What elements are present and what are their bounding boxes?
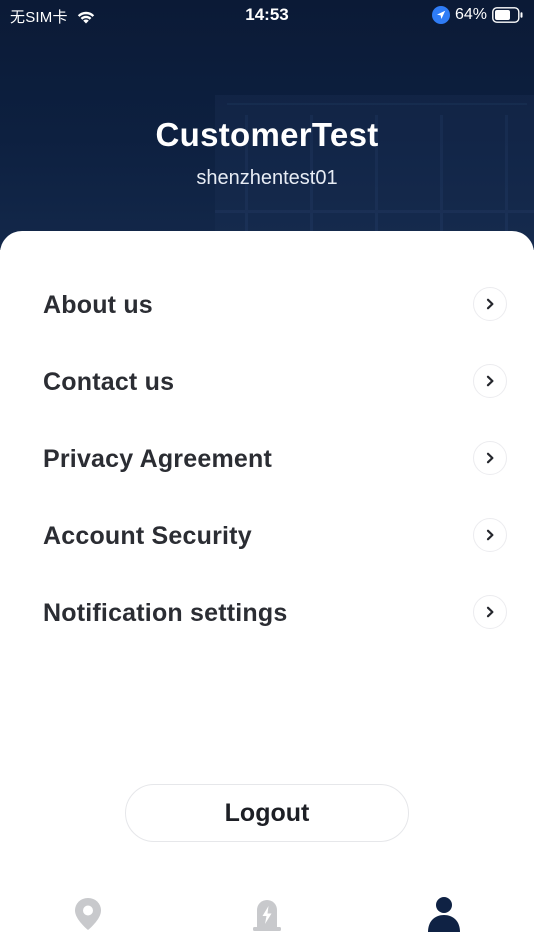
menu-item-label: Notification settings xyxy=(43,599,288,627)
logout-button[interactable]: Logout xyxy=(125,784,409,842)
chevron-right-icon[interactable] xyxy=(473,364,507,398)
profile-username: shenzhentest01 xyxy=(196,167,338,189)
menu-item-privacy-agreement[interactable]: Privacy Agreement xyxy=(0,428,534,488)
person-icon xyxy=(428,897,460,932)
menu-item-contact-us[interactable]: Contact us xyxy=(0,351,534,411)
menu-item-label: About us xyxy=(43,291,153,319)
chevron-right-icon[interactable] xyxy=(473,441,507,475)
profile-name: CustomerTest xyxy=(155,116,379,153)
tab-map[interactable] xyxy=(43,894,133,940)
battery-percentage: 64% xyxy=(454,6,487,23)
menu-item-about-us[interactable]: About us xyxy=(0,274,534,334)
chevron-right-icon[interactable] xyxy=(473,518,507,552)
menu-item-notification-settings[interactable]: Notification settings xyxy=(0,582,534,642)
bottom-tab-bar xyxy=(0,880,534,950)
profile-header: 无SIM卡 14:53 64% CustomerTest shenzhentes… xyxy=(0,0,534,250)
menu-item-label: Privacy Agreement xyxy=(43,445,272,473)
location-arrow-icon xyxy=(431,6,450,24)
chevron-right-icon[interactable] xyxy=(473,595,507,629)
status-right: 64% xyxy=(431,6,524,24)
tab-charging[interactable] xyxy=(222,894,312,940)
menu-item-account-security[interactable]: Account Security xyxy=(0,505,534,565)
charging-station-icon xyxy=(253,900,281,931)
status-bar: 无SIM卡 14:53 64% xyxy=(0,0,534,32)
menu-card: About us Contact us Privacy Agreement Ac… xyxy=(0,231,534,950)
chevron-right-icon[interactable] xyxy=(473,287,507,321)
tab-profile[interactable] xyxy=(399,894,489,940)
battery-icon xyxy=(492,7,523,23)
menu-item-label: Account Security xyxy=(43,522,252,550)
map-pin-icon xyxy=(75,898,101,930)
profile-screen: 无SIM卡 14:53 64% CustomerTest shenzhentes… xyxy=(0,0,534,950)
menu-item-label: Contact us xyxy=(43,368,175,396)
